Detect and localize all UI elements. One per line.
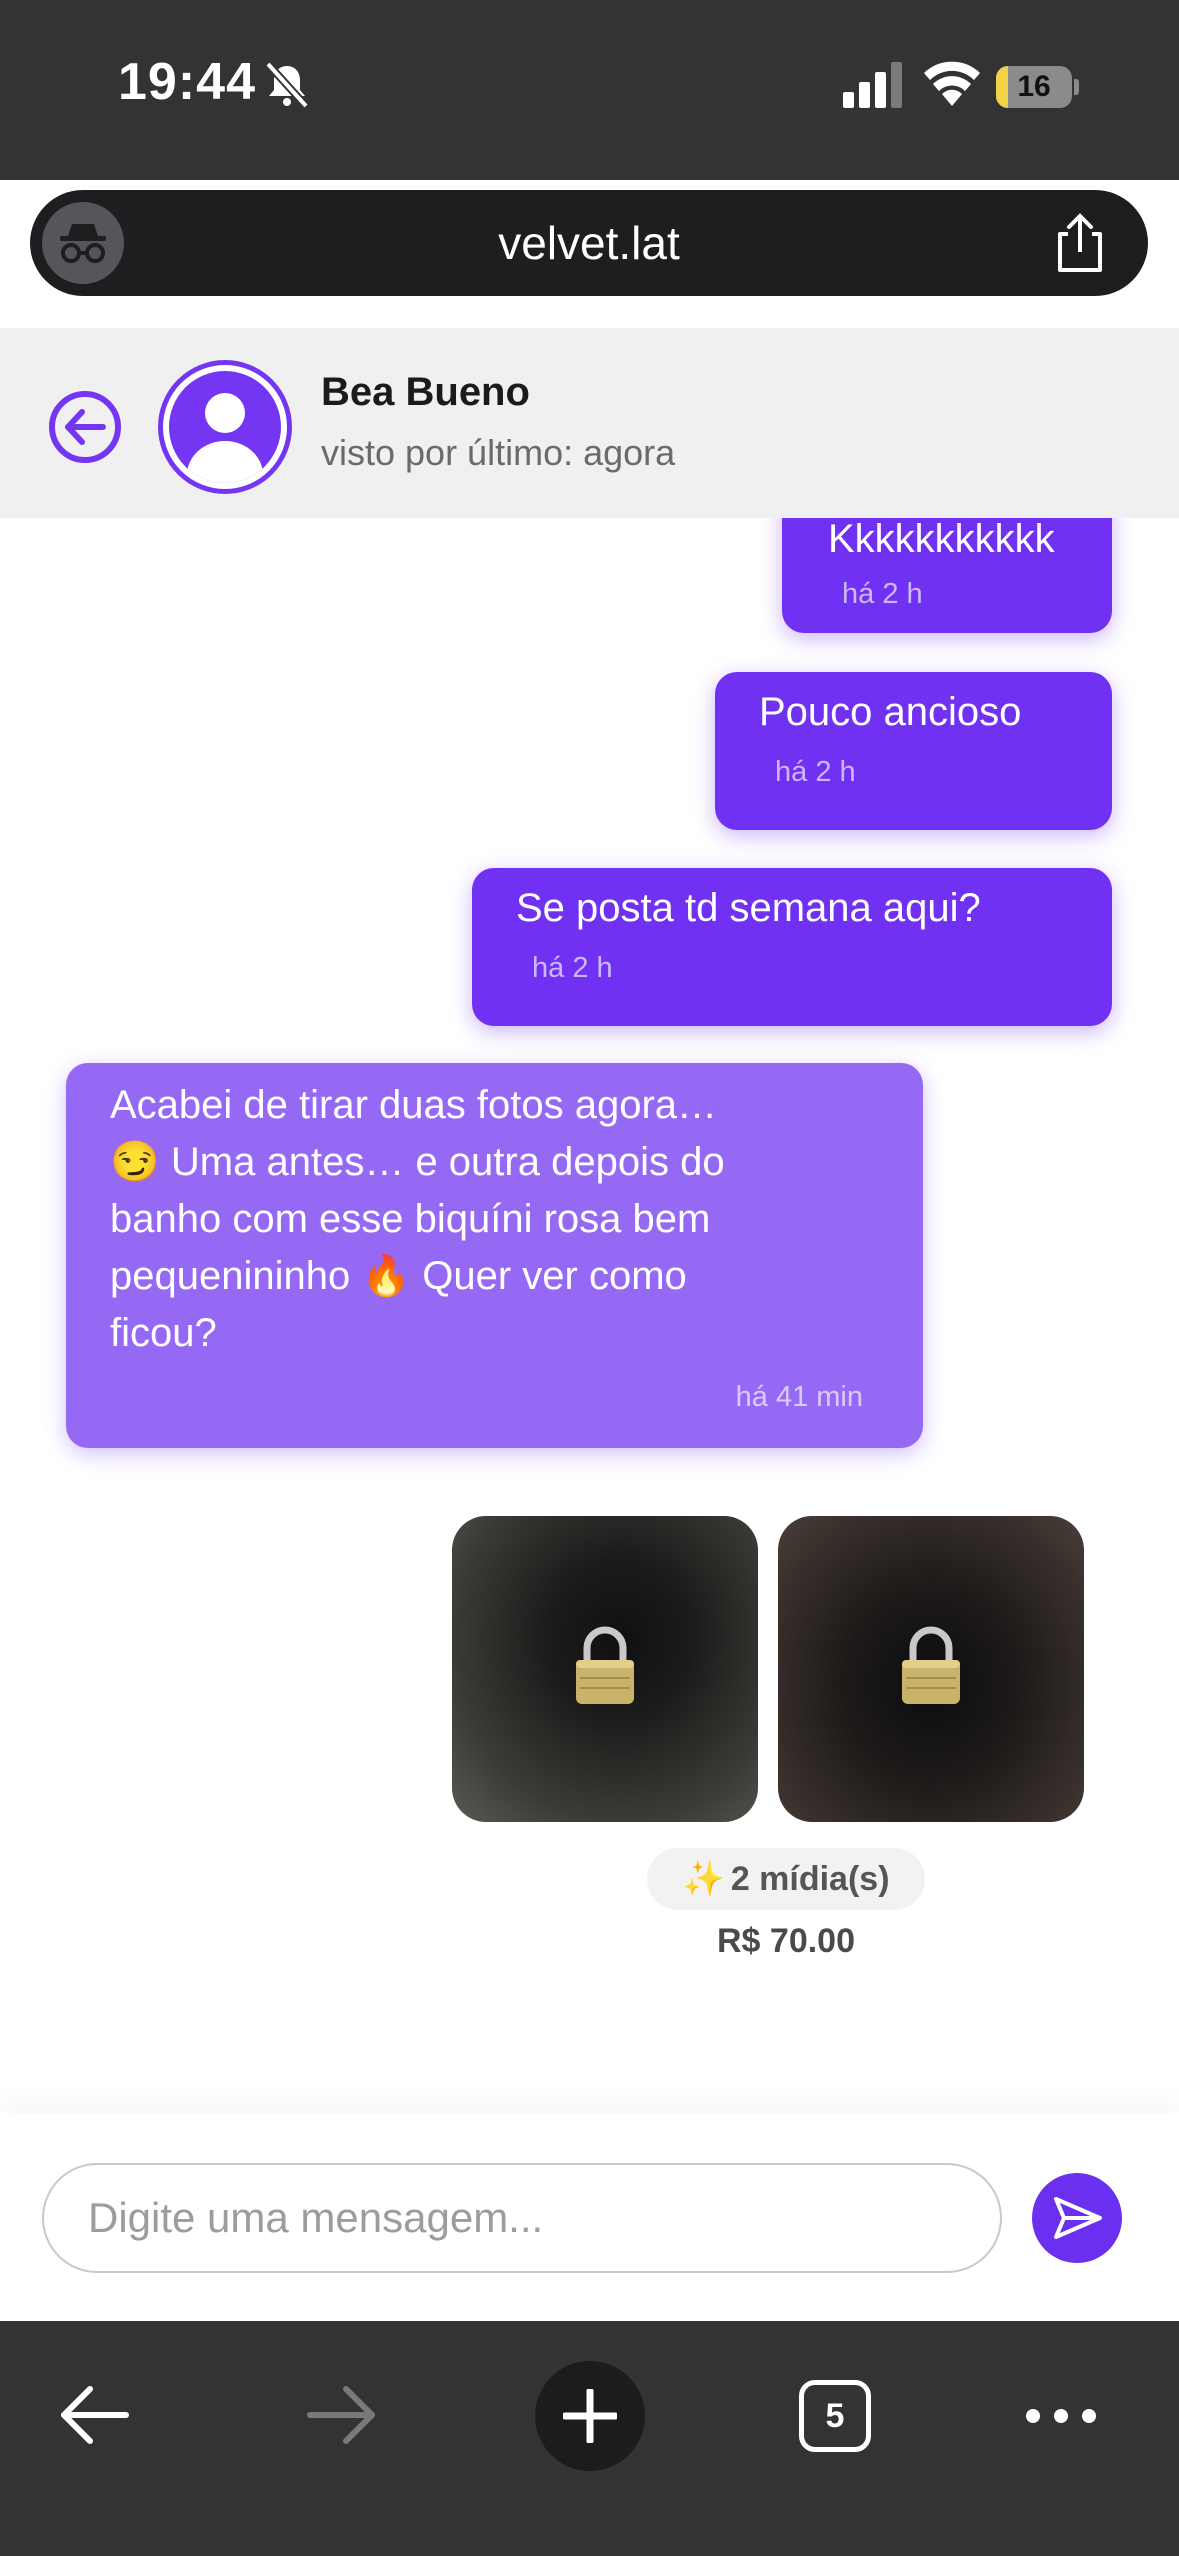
message-time: há 2 h xyxy=(532,952,613,984)
message-text: Pouco ancioso xyxy=(759,690,1022,734)
more-options-icon[interactable] xyxy=(1024,2399,1098,2433)
lock-icon xyxy=(902,1626,960,1704)
sparkles-icon: ✨ xyxy=(682,1860,725,1898)
address-bar[interactable]: velvet.lat xyxy=(30,190,1148,296)
locked-media-thumbnail[interactable] xyxy=(452,1516,758,1822)
contact-status: visto por último: agora xyxy=(321,432,676,473)
message-time: há 2 h xyxy=(775,756,856,788)
plus-icon xyxy=(563,2389,617,2443)
message-text: Kkkkkkkkkkk xyxy=(828,518,1055,561)
bell-muted-icon xyxy=(265,61,309,109)
message-bubble: Acabei de tirar duas fotos agora… 😏 Uma … xyxy=(66,1063,923,1448)
message-bubble: Pouco ancioso há 2 h xyxy=(715,672,1112,830)
message-bubble: Se posta td semana aqui? há 2 h xyxy=(472,868,1112,1026)
media-count-badge: ✨ 2 mídia(s) xyxy=(647,1848,925,1910)
cellular-signal-icon xyxy=(843,62,902,108)
composer xyxy=(0,2113,1179,2321)
message-time: há 2 h xyxy=(842,578,923,610)
url-text[interactable]: velvet.lat xyxy=(30,190,1148,296)
status-bar: 19:44 16 xyxy=(0,0,1179,180)
locked-media-thumbnail[interactable] xyxy=(778,1516,1084,1822)
battery-indicator: 16 xyxy=(996,66,1080,108)
message-text: Acabei de tirar duas fotos agora… 😏 Uma … xyxy=(110,1083,725,1355)
lock-icon xyxy=(576,1626,634,1704)
message-time: há 41 min xyxy=(735,1381,863,1413)
send-icon xyxy=(1054,2197,1102,2239)
media-gallery xyxy=(452,1516,1084,1822)
new-tab-button[interactable] xyxy=(535,2361,645,2471)
user-silhouette-icon xyxy=(187,393,263,483)
forward-arrow-icon[interactable] xyxy=(304,2383,378,2447)
send-button[interactable] xyxy=(1032,2173,1122,2263)
message-bubble: Kkkkkkkkkkk há 2 h xyxy=(782,518,1112,633)
avatar[interactable] xyxy=(158,360,292,494)
back-arrow-icon[interactable] xyxy=(48,390,122,464)
chat-header: Bea Bueno visto por último: agora xyxy=(0,328,1179,518)
clock: 19:44 xyxy=(118,53,256,111)
media-price: R$ 70.00 xyxy=(717,1922,855,1960)
message-input[interactable] xyxy=(42,2163,1002,2273)
share-icon[interactable] xyxy=(1050,212,1110,274)
message-text: Se posta td semana aqui? xyxy=(516,886,981,930)
contact-name: Bea Bueno xyxy=(321,370,530,414)
tab-switcher-button[interactable]: 5 xyxy=(799,2380,871,2452)
message-list[interactable]: Kkkkkkkkkkk há 2 h Pouco ancioso há 2 h … xyxy=(0,518,1179,2113)
back-arrow-icon[interactable] xyxy=(58,2383,132,2447)
browser-toolbar: 5 xyxy=(0,2321,1179,2556)
wifi-icon xyxy=(924,61,980,106)
